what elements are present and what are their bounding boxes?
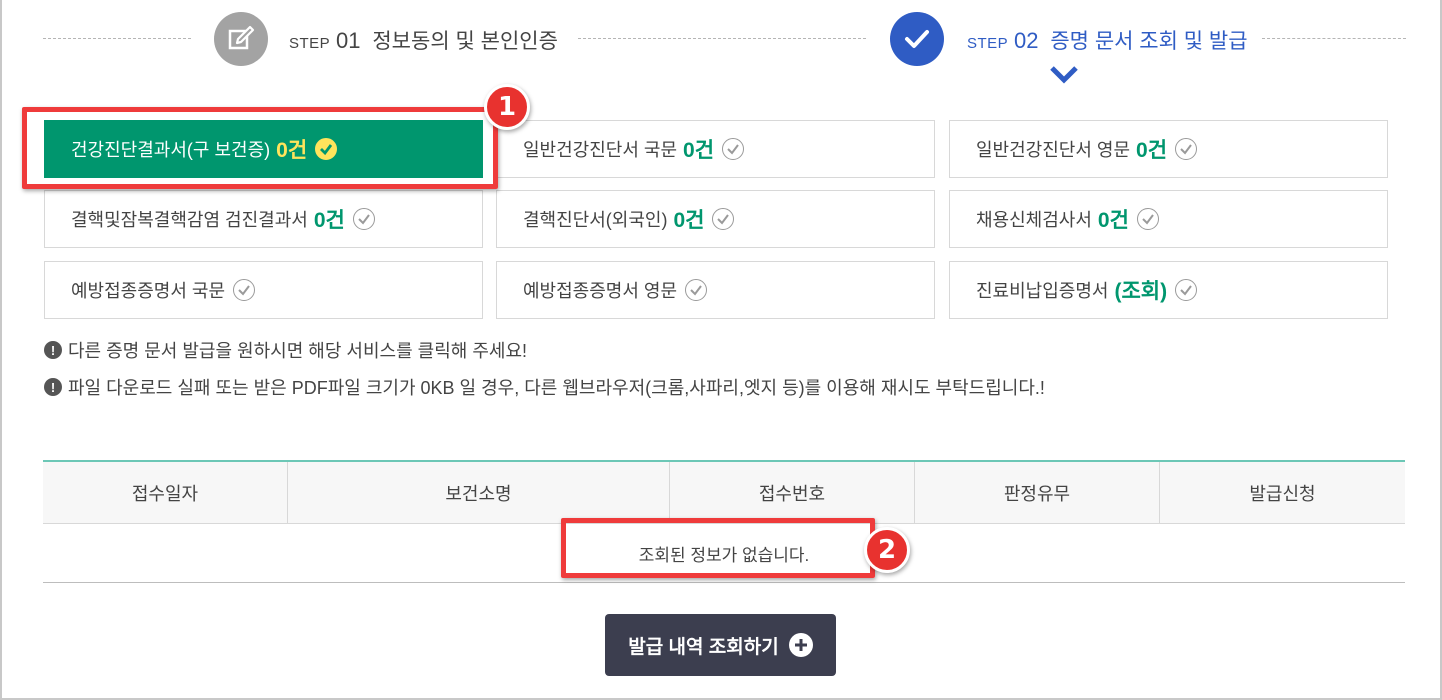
doc-count: 0건 bbox=[1136, 139, 1168, 162]
doc-count: 0건 bbox=[1097, 209, 1129, 232]
notice-line: ! 다른 증명 문서 발급을 원하시면 해당 서비스를 클릭해 주세요! bbox=[44, 337, 527, 363]
table-header: 접수일자 보건소명 접수번호 판정유무 발급신청 bbox=[43, 460, 1405, 524]
doc-medical-payment[interactable]: 진료비납입증명서 (조회) bbox=[949, 261, 1388, 319]
step-02-number: 02 bbox=[1014, 28, 1039, 53]
doc-vaccination-kr[interactable]: 예방접종증명서 국문 bbox=[44, 261, 483, 319]
doc-label: 진료비납입증명서 bbox=[976, 281, 1109, 301]
doc-count: 0건 bbox=[313, 209, 345, 232]
check-circle-icon bbox=[1136, 208, 1159, 230]
step-01-prefix: STEP bbox=[289, 35, 331, 52]
notice-text: 파일 다운로드 실패 또는 받은 PDF파일 크기가 0KB 일 경우, 다른 … bbox=[68, 378, 1045, 398]
doc-count: 0건 bbox=[683, 139, 715, 162]
chevron-down-icon bbox=[1050, 66, 1078, 84]
doc-general-health-en[interactable]: 일반건강진단서 영문 0건 bbox=[949, 120, 1388, 178]
check-icon bbox=[905, 30, 929, 48]
step-badge: 2 bbox=[864, 527, 910, 573]
column-header: 판정유무 bbox=[915, 462, 1160, 523]
step-02-circle bbox=[890, 12, 944, 66]
doc-employment-exam[interactable]: 채용신체검사서 0건 bbox=[949, 190, 1388, 248]
column-header: 보건소명 bbox=[288, 462, 670, 523]
doc-general-health-kr[interactable]: 일반건강진단서 국문 0건 bbox=[496, 120, 935, 178]
check-circle-icon bbox=[1175, 138, 1198, 160]
notice-text: 다른 증명 문서 발급을 원하시면 해당 서비스를 클릭해 주세요! bbox=[68, 341, 528, 361]
exclamation-icon: ! bbox=[44, 341, 62, 359]
column-header: 발급신청 bbox=[1249, 483, 1316, 504]
doc-label: 결핵및잠복결핵감염 검진결과서 bbox=[71, 210, 308, 230]
step-badge: 1 bbox=[484, 84, 530, 130]
check-circle-icon bbox=[1175, 279, 1198, 301]
exclamation-icon: ! bbox=[44, 378, 62, 396]
doc-label: 예방접종증명서 국문 bbox=[71, 281, 226, 301]
check-circle-icon bbox=[712, 208, 735, 230]
column-header: 접수일자 bbox=[43, 462, 288, 523]
notice-line: ! 파일 다운로드 실패 또는 받은 PDF파일 크기가 0KB 일 경우, 다… bbox=[44, 374, 1045, 400]
step-01-title: 정보동의 및 본인인증 bbox=[372, 30, 558, 53]
doc-label: 결핵진단서(외국인) bbox=[523, 210, 668, 230]
highlight-box bbox=[22, 107, 498, 189]
doc-label: 채용신체검사서 bbox=[976, 210, 1092, 230]
check-circle-icon bbox=[352, 208, 375, 230]
doc-tb-latent-result[interactable]: 결핵및잠복결핵감염 검진결과서 0건 bbox=[44, 190, 483, 248]
step-02-prefix: STEP bbox=[967, 35, 1009, 52]
edit-icon bbox=[228, 25, 255, 50]
doc-label: 일반건강진단서 영문 bbox=[976, 140, 1131, 160]
doc-label: 예방접종증명서 영문 bbox=[523, 281, 678, 301]
doc-count: (조회) bbox=[1114, 280, 1168, 303]
view-issue-history-button[interactable]: 발급 내역 조회하기 bbox=[605, 614, 836, 676]
doc-tb-foreigner[interactable]: 결핵진단서(외국인) 0건 bbox=[496, 190, 935, 248]
check-circle-icon bbox=[233, 279, 256, 301]
check-circle-icon bbox=[722, 138, 745, 160]
doc-label: 일반건강진단서 국문 bbox=[523, 140, 678, 160]
plus-icon bbox=[788, 633, 813, 657]
highlight-box bbox=[561, 518, 875, 578]
step-01-circle bbox=[214, 12, 268, 66]
step-divider bbox=[43, 38, 191, 39]
step-01-label: STEP 01 정보동의 및 본인인증 bbox=[289, 25, 558, 55]
button-label: 발급 내역 조회하기 bbox=[628, 636, 779, 658]
step-divider bbox=[1262, 38, 1406, 39]
step-02-title: 증명 문서 조회 및 발급 bbox=[1050, 30, 1248, 53]
check-circle-icon bbox=[685, 279, 708, 301]
doc-count: 0건 bbox=[673, 209, 705, 232]
step-divider bbox=[578, 38, 866, 39]
doc-vaccination-en[interactable]: 예방접종증명서 영문 bbox=[496, 261, 935, 319]
step-02-label: STEP 02 증명 문서 조회 및 발급 bbox=[967, 25, 1248, 55]
column-header: 접수번호 bbox=[670, 462, 915, 523]
step-01-number: 01 bbox=[336, 28, 361, 53]
